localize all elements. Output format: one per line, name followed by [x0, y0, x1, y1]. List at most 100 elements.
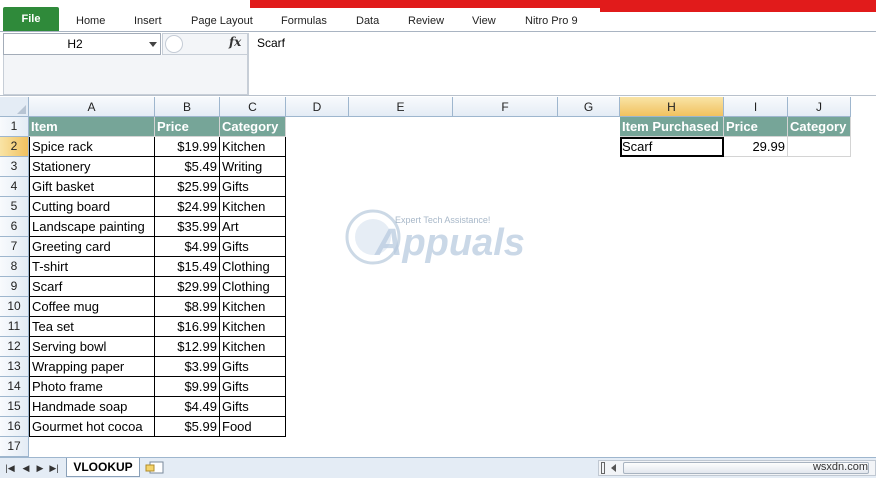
column-header-i[interactable]: I — [724, 97, 788, 117]
row-header-8[interactable]: 8 — [0, 257, 29, 277]
column-header-h[interactable]: H — [620, 97, 724, 117]
column-header-g[interactable]: G — [558, 97, 620, 117]
table-cell[interactable]: Coffee mug — [29, 297, 155, 317]
table-cell[interactable]: Cutting board — [29, 197, 155, 217]
table-cell[interactable]: Handmade soap — [29, 397, 155, 417]
table-cell[interactable]: Photo frame — [29, 377, 155, 397]
table-cell[interactable]: T-shirt — [29, 257, 155, 277]
table-cell[interactable]: $12.99 — [155, 337, 220, 357]
table-cell[interactable]: Wrapping paper — [29, 357, 155, 377]
table-cell[interactable]: $5.99 — [155, 417, 220, 437]
column-header-d[interactable]: D — [286, 97, 349, 117]
table-cell[interactable]: $19.99 — [155, 137, 220, 157]
row-header-12[interactable]: 12 — [0, 337, 29, 357]
tab-nitro-pro[interactable]: Nitro Pro 9 — [525, 12, 578, 30]
column-header-j[interactable]: J — [788, 97, 851, 117]
tab-home[interactable]: Home — [76, 12, 105, 30]
row-header-3[interactable]: 3 — [0, 157, 29, 177]
table-cell[interactable]: Kitchen — [220, 337, 286, 357]
last-sheet-icon[interactable]: ▶| — [48, 462, 60, 474]
table-cell[interactable]: Stationery — [29, 157, 155, 177]
row-header-11[interactable]: 11 — [0, 317, 29, 337]
column-header-e[interactable]: E — [349, 97, 453, 117]
table-cell[interactable]: $8.99 — [155, 297, 220, 317]
row-header-14[interactable]: 14 — [0, 377, 29, 397]
column-header-a[interactable]: A — [29, 97, 155, 117]
row-header-9[interactable]: 9 — [0, 277, 29, 297]
table-cell[interactable]: Clothing — [220, 277, 286, 297]
first-sheet-icon[interactable]: |◀ — [4, 462, 16, 474]
table-header-price[interactable]: Price — [155, 117, 220, 137]
lookup-header-price[interactable]: Price — [724, 117, 788, 137]
table-cell[interactable]: Spice rack — [29, 137, 155, 157]
table-cell[interactable]: Gifts — [220, 237, 286, 257]
tab-view[interactable]: View — [472, 12, 496, 30]
worksheet-grid[interactable]: ABCDEFGHIJ 1 2 3 4 5 6 7 8 9 10 11 12 13 14 15 16 17 Ite… — [0, 97, 876, 457]
row-header-5[interactable]: 5 — [0, 197, 29, 217]
row-header-17[interactable]: 17 — [0, 437, 29, 457]
row-header-7[interactable]: 7 — [0, 237, 29, 257]
tab-formulas[interactable]: Formulas — [281, 12, 327, 30]
chevron-down-icon[interactable] — [149, 42, 157, 47]
table-cell[interactable]: Kitchen — [220, 137, 286, 157]
table-cell[interactable]: Art — [220, 217, 286, 237]
table-cell[interactable]: Gourmet hot cocoa — [29, 417, 155, 437]
column-header-b[interactable]: B — [155, 97, 220, 117]
table-cell[interactable]: Scarf — [29, 277, 155, 297]
table-cell[interactable]: Greeting card — [29, 237, 155, 257]
row-header-15[interactable]: 15 — [0, 397, 29, 417]
table-cell[interactable]: $24.99 — [155, 197, 220, 217]
tab-data[interactable]: Data — [356, 12, 379, 30]
column-header-f[interactable]: F — [453, 97, 558, 117]
table-cell[interactable]: Clothing — [220, 257, 286, 277]
table-cell[interactable]: $9.99 — [155, 377, 220, 397]
formula-input[interactable]: Scarf — [248, 33, 876, 95]
table-cell[interactable]: $15.49 — [155, 257, 220, 277]
table-cell[interactable]: Food — [220, 417, 286, 437]
table-cell[interactable]: Writing — [220, 157, 286, 177]
insert-sheet-icon[interactable] — [144, 460, 166, 475]
expand-handle-icon[interactable] — [165, 35, 183, 53]
table-cell[interactable]: Kitchen — [220, 317, 286, 337]
tab-split-handle-icon[interactable] — [601, 462, 605, 474]
name-box[interactable]: H2 — [3, 33, 161, 55]
table-cell[interactable]: Gifts — [220, 357, 286, 377]
scroll-left-icon[interactable] — [611, 464, 616, 472]
table-cell[interactable]: $4.99 — [155, 237, 220, 257]
row-header-16[interactable]: 16 — [0, 417, 29, 437]
table-cell[interactable]: $25.99 — [155, 177, 220, 197]
table-cell[interactable]: Tea set — [29, 317, 155, 337]
row-header-4[interactable]: 4 — [0, 177, 29, 197]
table-header-category[interactable]: Category — [220, 117, 286, 137]
table-cell[interactable]: Gifts — [220, 397, 286, 417]
prev-sheet-icon[interactable]: ◀ — [20, 462, 32, 474]
table-cell[interactable]: $4.49 — [155, 397, 220, 417]
row-header-1[interactable]: 1 — [0, 117, 29, 137]
tab-insert[interactable]: Insert — [134, 12, 162, 30]
table-cell[interactable]: $5.49 — [155, 157, 220, 177]
lookup-header-item-purchased[interactable]: Item Purchased — [620, 117, 724, 137]
tab-page-layout[interactable]: Page Layout — [191, 12, 253, 30]
tab-review[interactable]: Review — [408, 12, 444, 30]
lookup-value-cell[interactable]: Scarf — [620, 137, 724, 157]
table-cell[interactable]: Gifts — [220, 177, 286, 197]
table-cell[interactable]: Gifts — [220, 377, 286, 397]
table-cell[interactable]: $3.99 — [155, 357, 220, 377]
lookup-value-cell[interactable]: 29.99 — [724, 137, 788, 157]
row-header-2[interactable]: 2 — [0, 137, 29, 157]
table-cell[interactable]: Gift basket — [29, 177, 155, 197]
row-header-6[interactable]: 6 — [0, 217, 29, 237]
column-header-c[interactable]: C — [220, 97, 286, 117]
table-cell[interactable]: $16.99 — [155, 317, 220, 337]
row-header-10[interactable]: 10 — [0, 297, 29, 317]
table-cell[interactable]: Landscape painting — [29, 217, 155, 237]
file-tab[interactable]: File — [3, 7, 59, 31]
lookup-header-category[interactable]: Category — [788, 117, 851, 137]
insert-function-icon[interactable]: fx — [229, 35, 241, 49]
table-cell[interactable]: Kitchen — [220, 197, 286, 217]
table-cell[interactable]: Serving bowl — [29, 337, 155, 357]
select-all-button[interactable] — [0, 97, 29, 117]
lookup-value-cell[interactable] — [788, 137, 851, 157]
row-header-13[interactable]: 13 — [0, 357, 29, 377]
table-cell[interactable]: $29.99 — [155, 277, 220, 297]
